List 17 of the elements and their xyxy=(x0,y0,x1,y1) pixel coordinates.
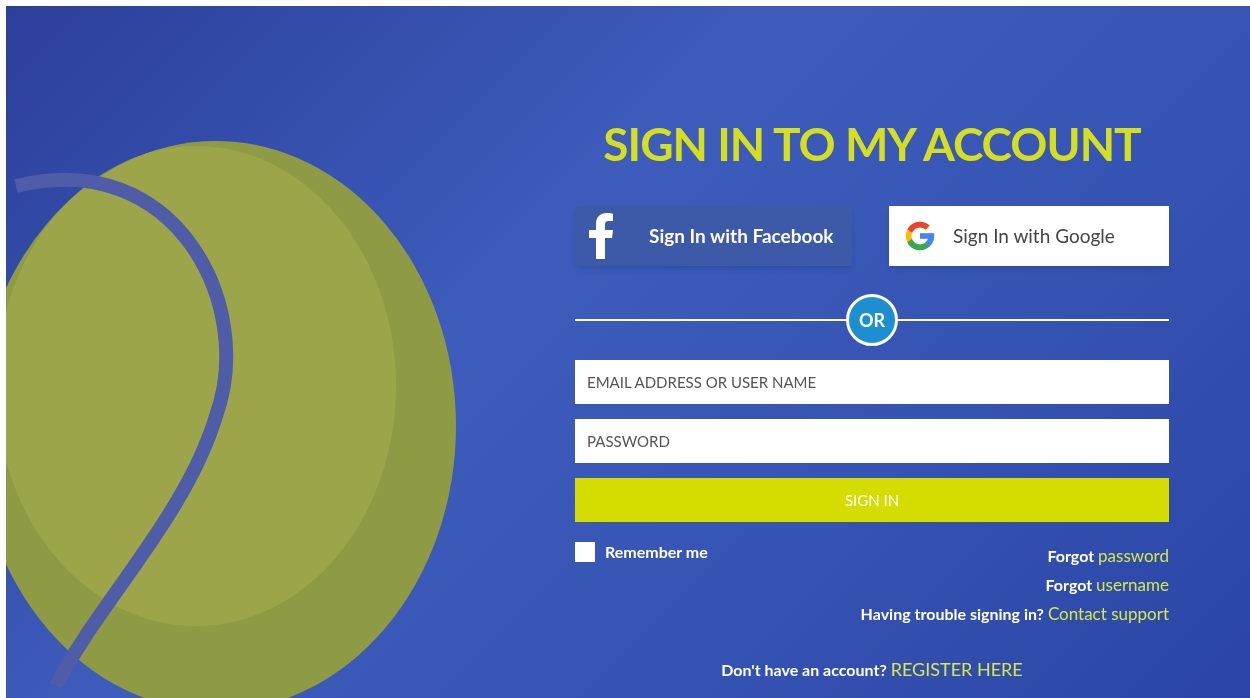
help-text: Forgot password xyxy=(1047,544,1169,568)
input-field[interactable]: PASSWORD xyxy=(575,419,1169,463)
help-link[interactable]: Contact support xyxy=(1047,603,1169,624)
help-link[interactable]: username xyxy=(1096,574,1169,595)
register-link[interactable]: REGISTER HERE xyxy=(890,658,1023,680)
help-text: Having trouble signing in? Contact support xyxy=(860,602,1169,626)
remember-checkbox[interactable] xyxy=(575,542,595,562)
google-sign-in-button[interactable]: Sign In with Google xyxy=(889,206,1169,266)
facebook-icon xyxy=(589,213,613,259)
register-prompt: Don't have an account? REGISTER HERE xyxy=(720,657,1024,682)
remember-label: Remember me xyxy=(605,541,708,563)
help-link[interactable]: password xyxy=(1098,545,1169,566)
google-icon xyxy=(903,219,937,253)
facebook-sign-in-button[interactable]: Sign In with Facebook xyxy=(575,206,852,266)
page-title: SIGN IN TO MY ACCOUNT xyxy=(602,115,1142,173)
help-text: Forgot username xyxy=(1045,573,1169,597)
input-field[interactable]: EMAIL ADDRESS OR USER NAME xyxy=(575,360,1169,404)
